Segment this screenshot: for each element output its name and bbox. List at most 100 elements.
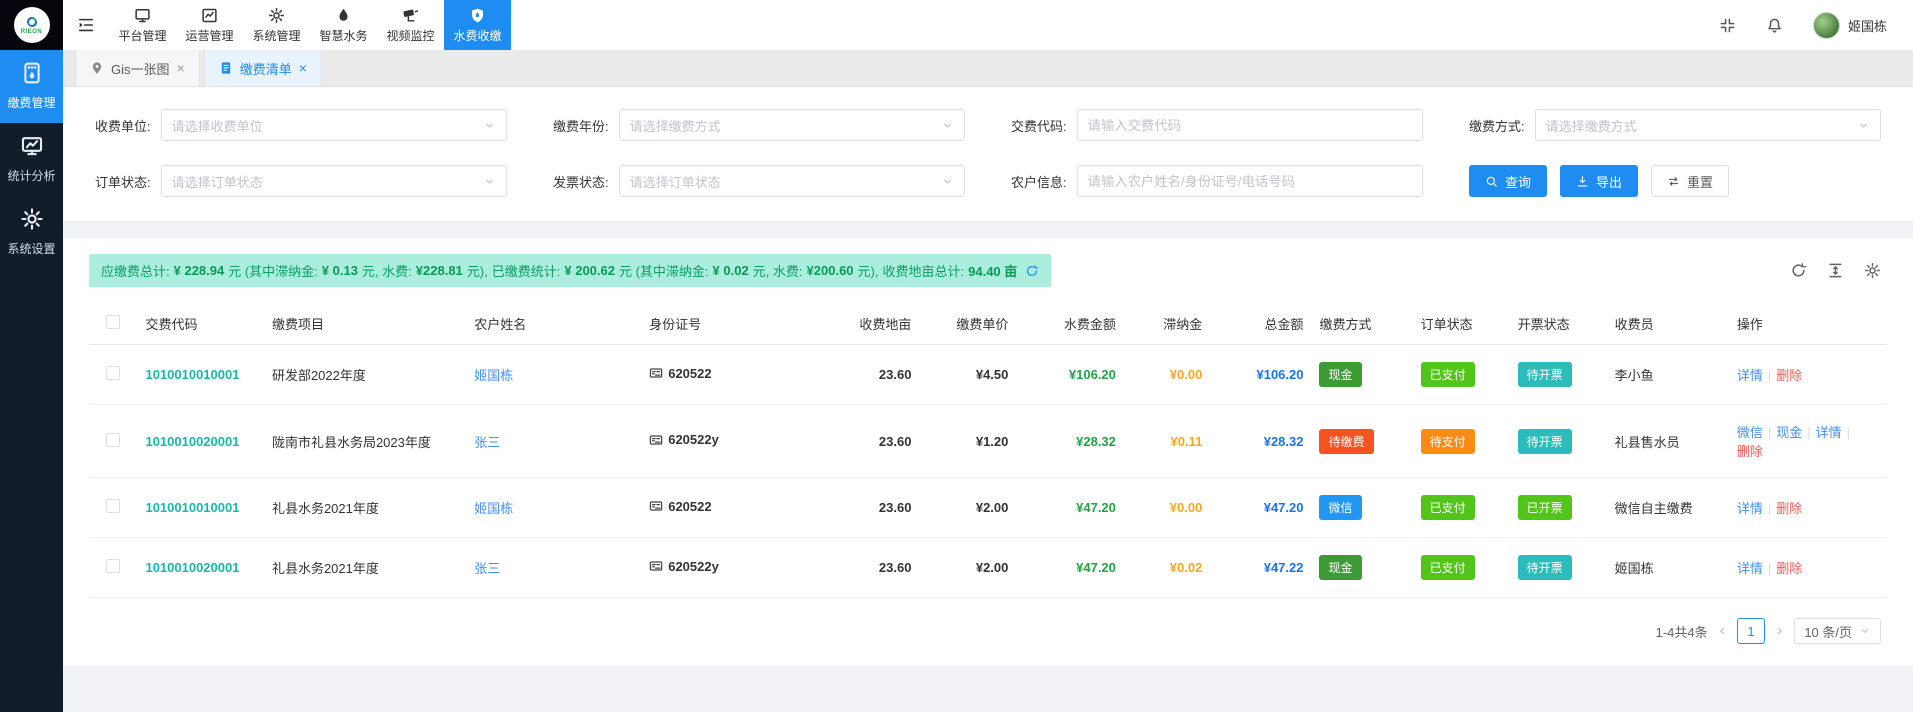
close-icon[interactable]: × — [177, 60, 185, 76]
filter-panel: 收费单位:请选择收费单位缴费年份:请选择缴费方式交费代码:缴费方式:请选择缴费方… — [63, 87, 1913, 221]
user-menu[interactable]: 姬国栋 — [1813, 12, 1887, 39]
close-icon[interactable]: × — [299, 60, 307, 76]
filter-input[interactable] — [1077, 109, 1423, 141]
chart-icon — [201, 7, 218, 24]
column-header: 身份证号 — [641, 303, 829, 345]
fullscreen-icon[interactable] — [1719, 17, 1736, 34]
payment-code-link[interactable]: 1010010020001 — [145, 560, 239, 575]
reset-button[interactable]: 重置 — [1651, 165, 1729, 197]
summary-segment: 元), — [467, 261, 488, 280]
order-status-badge: 待支付 — [1421, 429, 1475, 454]
filter-select[interactable]: 请选择收费单位 — [161, 109, 507, 141]
action-delete[interactable]: 删除 — [1776, 368, 1802, 383]
bell-icon[interactable] — [1766, 17, 1783, 34]
column-settings-icon[interactable] — [1864, 262, 1881, 279]
order-status-badge: 已支付 — [1421, 362, 1475, 387]
pay-method-badge: 待缴费 — [1319, 429, 1373, 454]
content-area: 收费单位:请选择收费单位缴费年份:请选择缴费方式交费代码:缴费方式:请选择缴费方… — [63, 87, 1913, 712]
filter-select[interactable]: 请选择订单状态 — [619, 165, 965, 197]
action-link[interactable]: 详情 — [1816, 425, 1842, 440]
farmer-name-link[interactable]: 张三 — [474, 435, 500, 450]
late-fee-value: ¥0.02 — [1170, 560, 1203, 575]
nav-item-label: 运营管理 — [185, 27, 233, 44]
id-card-icon — [649, 366, 663, 380]
density-icon[interactable] — [1827, 262, 1844, 279]
action-link[interactable]: 详情 — [1737, 561, 1763, 576]
action-delete[interactable]: 删除 — [1776, 561, 1802, 576]
search-icon — [1485, 175, 1498, 188]
sidebar-item-label: 系统设置 — [2, 240, 61, 257]
row-checkbox[interactable] — [106, 499, 120, 513]
nav-item[interactable]: 平台管理 — [109, 0, 176, 50]
action-link[interactable]: 详情 — [1737, 501, 1763, 516]
download-icon — [1576, 175, 1589, 188]
nav-item[interactable]: 视频监控 — [377, 0, 444, 50]
sidebar-item[interactable]: 系统设置 — [0, 196, 63, 269]
id-card-number: 620522y — [668, 559, 719, 574]
filter-select[interactable]: 请选择缴费方式 — [619, 109, 965, 141]
total-amount-value: ¥106.20 — [1256, 367, 1303, 382]
refresh-table-icon[interactable] — [1790, 262, 1807, 279]
topbar-menu: 平台管理运营管理系统管理智慧水务视频监控水费收缴 — [109, 0, 511, 50]
id-card-cell: 620522 — [649, 499, 711, 514]
action-link[interactable]: 详情 — [1737, 368, 1763, 383]
filter-field: 缴费年份:请选择缴费方式 — [553, 109, 965, 141]
total-amount-value: ¥47.22 — [1264, 560, 1304, 575]
late-fee-value: ¥0.00 — [1170, 367, 1203, 382]
tab-bar: Gis一张图×缴费清单× — [63, 50, 1913, 87]
collector-name: 礼县售水员 — [1615, 435, 1680, 450]
filter-select[interactable]: 请选择订单状态 — [161, 165, 507, 197]
id-card-icon — [649, 559, 663, 573]
sidebar-item[interactable]: 缴费管理 — [0, 50, 63, 123]
search-button[interactable]: 查询 — [1469, 165, 1547, 197]
row-checkbox[interactable] — [106, 559, 120, 573]
tab[interactable]: 缴费清单× — [204, 50, 322, 86]
download-button[interactable]: 导出 — [1560, 165, 1638, 197]
prev-page-button[interactable]: ‹ — [1720, 622, 1725, 640]
farmer-name-link[interactable]: 张三 — [474, 561, 500, 576]
button-label: 重置 — [1687, 172, 1713, 191]
unit-price-value: ¥2.00 — [976, 500, 1009, 515]
action-delete[interactable]: 删除 — [1776, 501, 1802, 516]
nav-item[interactable]: 智慧水务 — [310, 0, 377, 50]
summary-segment: 应缴费总计: — [101, 261, 170, 280]
nav-item[interactable]: 运营管理 — [176, 0, 243, 50]
filter-select[interactable]: 请选择缴费方式 — [1535, 109, 1881, 141]
refresh-summary-icon[interactable] — [1025, 264, 1039, 278]
sidebar-item[interactable]: 统计分析 — [0, 123, 63, 196]
nav-item[interactable]: 系统管理 — [243, 0, 310, 50]
nav-item[interactable]: 水费收缴 — [444, 0, 511, 50]
document-icon — [219, 61, 233, 75]
farmer-name-link[interactable]: 姬国栋 — [474, 501, 513, 516]
action-link[interactable]: 微信 — [1737, 425, 1763, 440]
row-checkbox[interactable] — [106, 366, 120, 380]
collapse-menu-button[interactable] — [63, 0, 109, 50]
page-size-select[interactable]: 10 条/页 — [1794, 618, 1881, 644]
farmer-name-link[interactable]: 姬国栋 — [474, 368, 513, 383]
column-header: 缴费单价 — [919, 303, 1016, 345]
select-placeholder: 请选择缴费方式 — [1546, 116, 1637, 135]
tab[interactable]: Gis一张图× — [75, 50, 200, 86]
summary-segment: ¥ 0.13 — [322, 263, 358, 278]
row-checkbox[interactable] — [106, 433, 120, 447]
payment-code-link[interactable]: 1010010010001 — [145, 367, 239, 382]
payment-code-link[interactable]: 1010010020001 — [145, 434, 239, 449]
sidebar-menu: 缴费管理统计分析系统设置 — [0, 50, 63, 269]
next-page-button[interactable]: › — [1777, 622, 1782, 640]
project-name: 礼县水务2021年度 — [272, 561, 379, 576]
water-amount-value: ¥106.20 — [1069, 367, 1116, 382]
page-number-button[interactable]: 1 — [1737, 618, 1765, 644]
summary-segment: 收费地亩总计: — [883, 261, 965, 280]
summary-segment: 元, 水费: — [753, 261, 803, 280]
id-card-cell: 620522y — [649, 559, 719, 574]
project-name: 陇南市礼县水务局2023年度 — [272, 435, 431, 450]
action-delete[interactable]: 删除 — [1737, 444, 1763, 459]
table-panel: 应缴费总计:¥ 228.94元 (其中滞纳金:¥ 0.13元, 水费:¥228.… — [63, 238, 1913, 666]
payment-code-link[interactable]: 1010010010001 — [145, 500, 239, 515]
filter-input[interactable] — [1077, 165, 1423, 197]
select-all-checkbox[interactable] — [106, 315, 120, 329]
action-link[interactable]: 现金 — [1776, 425, 1802, 440]
column-header: 收费员 — [1607, 303, 1729, 345]
logo-swirl-icon — [24, 16, 40, 28]
action-separator: | — [1768, 368, 1771, 383]
